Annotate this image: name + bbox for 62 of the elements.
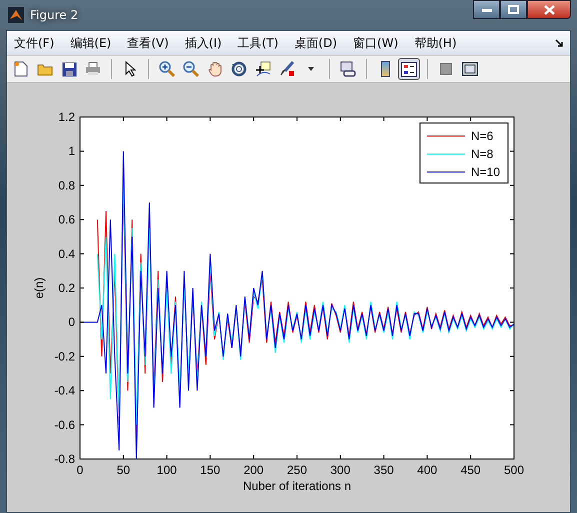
pointer-icon [124, 61, 136, 77]
hand-icon [208, 61, 222, 77]
minimize-button[interactable] [473, 0, 500, 19]
x-tick-label: 300 [330, 463, 350, 477]
menu-item[interactable]: 文件(F) [11, 32, 62, 54]
menu-item[interactable]: 窗口(W) [350, 32, 406, 54]
x-tick-label: 350 [374, 463, 394, 477]
close-icon [544, 4, 554, 14]
y-tick-label: 0.2 [58, 281, 75, 295]
legend-button[interactable] [398, 58, 420, 80]
restore-icon [508, 5, 519, 14]
square-icon [440, 63, 452, 75]
x-tick-label: 400 [417, 463, 438, 477]
linked-plot-icon [340, 61, 356, 77]
x-tick-label: 0 [76, 463, 84, 477]
y-tick-label: 0.8 [58, 178, 75, 192]
colorbar-icon [380, 61, 390, 77]
y-tick-label: -0.4 [54, 384, 75, 398]
rotate-icon [231, 61, 247, 77]
folder-icon [37, 62, 53, 76]
y-axis-label: e(n) [32, 277, 46, 299]
menu-item[interactable]: 查看(V) [124, 32, 177, 54]
dock-arrow-icon[interactable] [555, 38, 564, 48]
x-tick-label: 100 [156, 463, 177, 477]
x-tick-label: 500 [504, 463, 524, 477]
menu-item[interactable]: 编辑(E) [67, 32, 120, 54]
app-logo-icon [8, 7, 24, 23]
printer-icon [85, 62, 101, 76]
legend-label: N=6 [471, 129, 494, 143]
x-tick-label: 50 [116, 463, 130, 477]
legend-label: N=10 [471, 165, 500, 179]
menu-item[interactable]: 帮助(H) [411, 32, 465, 54]
legend-label: N=8 [471, 147, 494, 161]
y-tick-label: -0.2 [54, 349, 75, 364]
y-tick-label: 0.4 [58, 246, 75, 261]
window-icon [462, 62, 478, 76]
window-title: Figure 2 [30, 8, 78, 22]
menu-item[interactable]: 插入(I) [182, 32, 230, 54]
maximize-button[interactable] [500, 0, 527, 19]
y-tick-label: 1.2 [58, 110, 75, 124]
menu-item[interactable]: 桌面(D) [291, 32, 346, 54]
x-tick-label: 150 [200, 463, 220, 477]
y-tick-label: 0.6 [58, 212, 75, 227]
y-tick-label: 0 [68, 315, 75, 330]
caret-icon [308, 67, 314, 71]
y-tick-label: 1 [68, 144, 75, 158]
x-tick-label: 250 [286, 463, 308, 477]
data-cursor-icon [255, 61, 271, 77]
y-tick-label: -0.6 [54, 418, 75, 432]
zoom-out-icon [183, 61, 199, 77]
new-file-icon [14, 61, 28, 77]
x-tick-label: 450 [460, 463, 481, 477]
x-tick-label: 200 [244, 463, 264, 477]
legend-icon [401, 62, 417, 76]
y-tick-label: -0.8 [54, 452, 75, 466]
brush-icon [279, 61, 295, 77]
minimize-icon [482, 8, 492, 12]
x-axis-label: Nuber of iterations n [242, 479, 352, 493]
zoom-in-icon [159, 61, 175, 77]
close-button[interactable] [527, 0, 571, 19]
save-icon [62, 62, 76, 76]
menu-item[interactable]: 工具(T) [234, 32, 286, 54]
